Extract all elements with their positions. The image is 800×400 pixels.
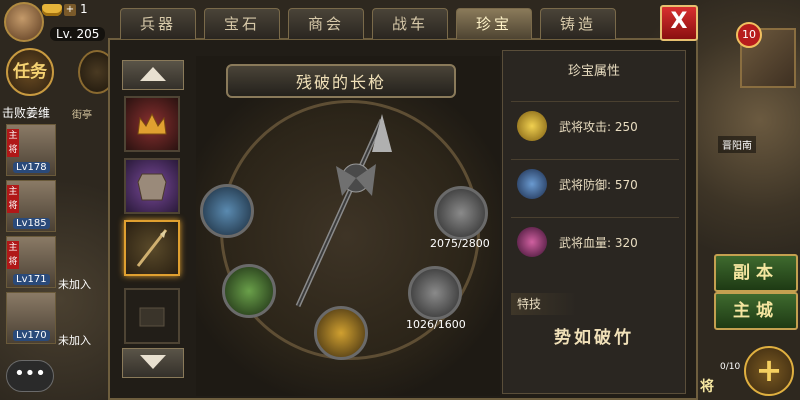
- treasure-slot-spear[interactable]: [124, 220, 180, 276]
- gem-slot-attack[interactable]: [200, 184, 254, 238]
- skill-name: 势如破竹: [554, 328, 634, 348]
- task-button[interactable]: 任务: [6, 48, 54, 96]
- treasure-slot-chest-locked[interactable]: [124, 288, 180, 344]
- hero-tag: 主将: [7, 185, 19, 213]
- arrow-down-icon: [140, 355, 166, 369]
- hero-level: Lv178: [13, 162, 50, 173]
- stat-row: 武将攻击: 250: [511, 101, 679, 150]
- defense-shield-icon: [517, 169, 547, 199]
- hero-level: Lv170: [13, 330, 50, 341]
- gem-progress-value: 1026/1600: [406, 318, 466, 331]
- attack-icon: [517, 111, 547, 141]
- chat-bubble-icon[interactable]: •••: [6, 360, 54, 392]
- arrow-up-icon: [140, 67, 166, 81]
- treasure-slot-list: [118, 56, 190, 382]
- scroll-down-button[interactable]: [122, 348, 184, 378]
- plus-icon[interactable]: +: [744, 346, 794, 396]
- tab-chariot[interactable]: 战车: [372, 8, 448, 39]
- hero-note: 未加入: [58, 334, 91, 347]
- tab-treasure[interactable]: 珍宝: [456, 8, 532, 39]
- tab-guild[interactable]: 商会: [288, 8, 364, 39]
- quest-text[interactable]: 击败姜维: [2, 104, 50, 121]
- hero-level: Lv185: [13, 218, 50, 229]
- resource-count: 1: [80, 2, 88, 16]
- tab-weapons[interactable]: 兵器: [120, 8, 196, 39]
- gem-slot-axe[interactable]: [408, 266, 462, 320]
- treasure-stats-panel: 珍宝属性 武将攻击: 250 武将防御: 570 武将血量: 320 特技 势如…: [502, 50, 686, 394]
- hero-tag: 主将: [7, 241, 19, 269]
- spear-icon: [136, 229, 168, 267]
- crown-icon: [137, 112, 167, 135]
- hero-note: 未加入: [58, 278, 91, 291]
- health-icon: [517, 227, 547, 257]
- treasure-slot-armor[interactable]: [124, 158, 180, 214]
- skill-header: 特技: [511, 293, 577, 315]
- quest-location: 街亭: [72, 110, 92, 121]
- player-level: Lv. 205: [50, 27, 106, 41]
- gem-progress-value: 2075/2800: [430, 237, 490, 250]
- partial-label: 将: [700, 379, 714, 395]
- stat-row: 武将血量: 320: [511, 217, 679, 266]
- hero-tag: 主将: [7, 129, 19, 157]
- stat-text: 武将攻击: 250: [559, 120, 638, 134]
- stats-header: 珍宝属性: [567, 64, 620, 79]
- tab-gems[interactable]: 宝石: [204, 8, 280, 39]
- close-button[interactable]: X: [660, 5, 698, 41]
- scroll-up-button[interactable]: [122, 60, 184, 90]
- tab-forge[interactable]: 铸造: [540, 8, 616, 39]
- gem-slot-weapon[interactable]: [314, 306, 368, 360]
- add-resource-button[interactable]: +: [64, 4, 76, 16]
- armor-icon: [137, 173, 167, 201]
- treasure-title: 残破的长枪: [226, 64, 456, 98]
- gem-slot-poison[interactable]: [222, 264, 276, 318]
- treasure-slot-crown[interactable]: [124, 96, 180, 152]
- gem-slot-shuriken[interactable]: [434, 186, 488, 240]
- stat-row: 武将防御: 570: [511, 159, 679, 208]
- hero-level: Lv171: [13, 274, 50, 285]
- hero-portrait[interactable]: Lv170: [6, 292, 56, 344]
- partial-count: 0/10: [720, 362, 741, 372]
- player-avatar[interactable]: [4, 2, 44, 42]
- hero-portrait[interactable]: 主将 Lv171: [6, 236, 56, 288]
- main-city-button[interactable]: 主城: [714, 292, 798, 330]
- city-label[interactable]: 晋阳南: [718, 136, 756, 153]
- hero-list: 主将 Lv178 主将 Lv185 主将 Lv171 Lv170: [6, 124, 56, 348]
- dungeon-button[interactable]: 副本: [714, 254, 798, 292]
- notification-badge: 10: [736, 22, 762, 48]
- hero-portrait[interactable]: 主将 Lv185: [6, 180, 56, 232]
- hero-portrait[interactable]: 主将 Lv178: [6, 124, 56, 176]
- stat-text: 武将防御: 570: [559, 178, 638, 192]
- gold-ingot-icon: [42, 4, 62, 16]
- stat-text: 武将血量: 320: [559, 236, 638, 250]
- chest-icon: [139, 307, 165, 327]
